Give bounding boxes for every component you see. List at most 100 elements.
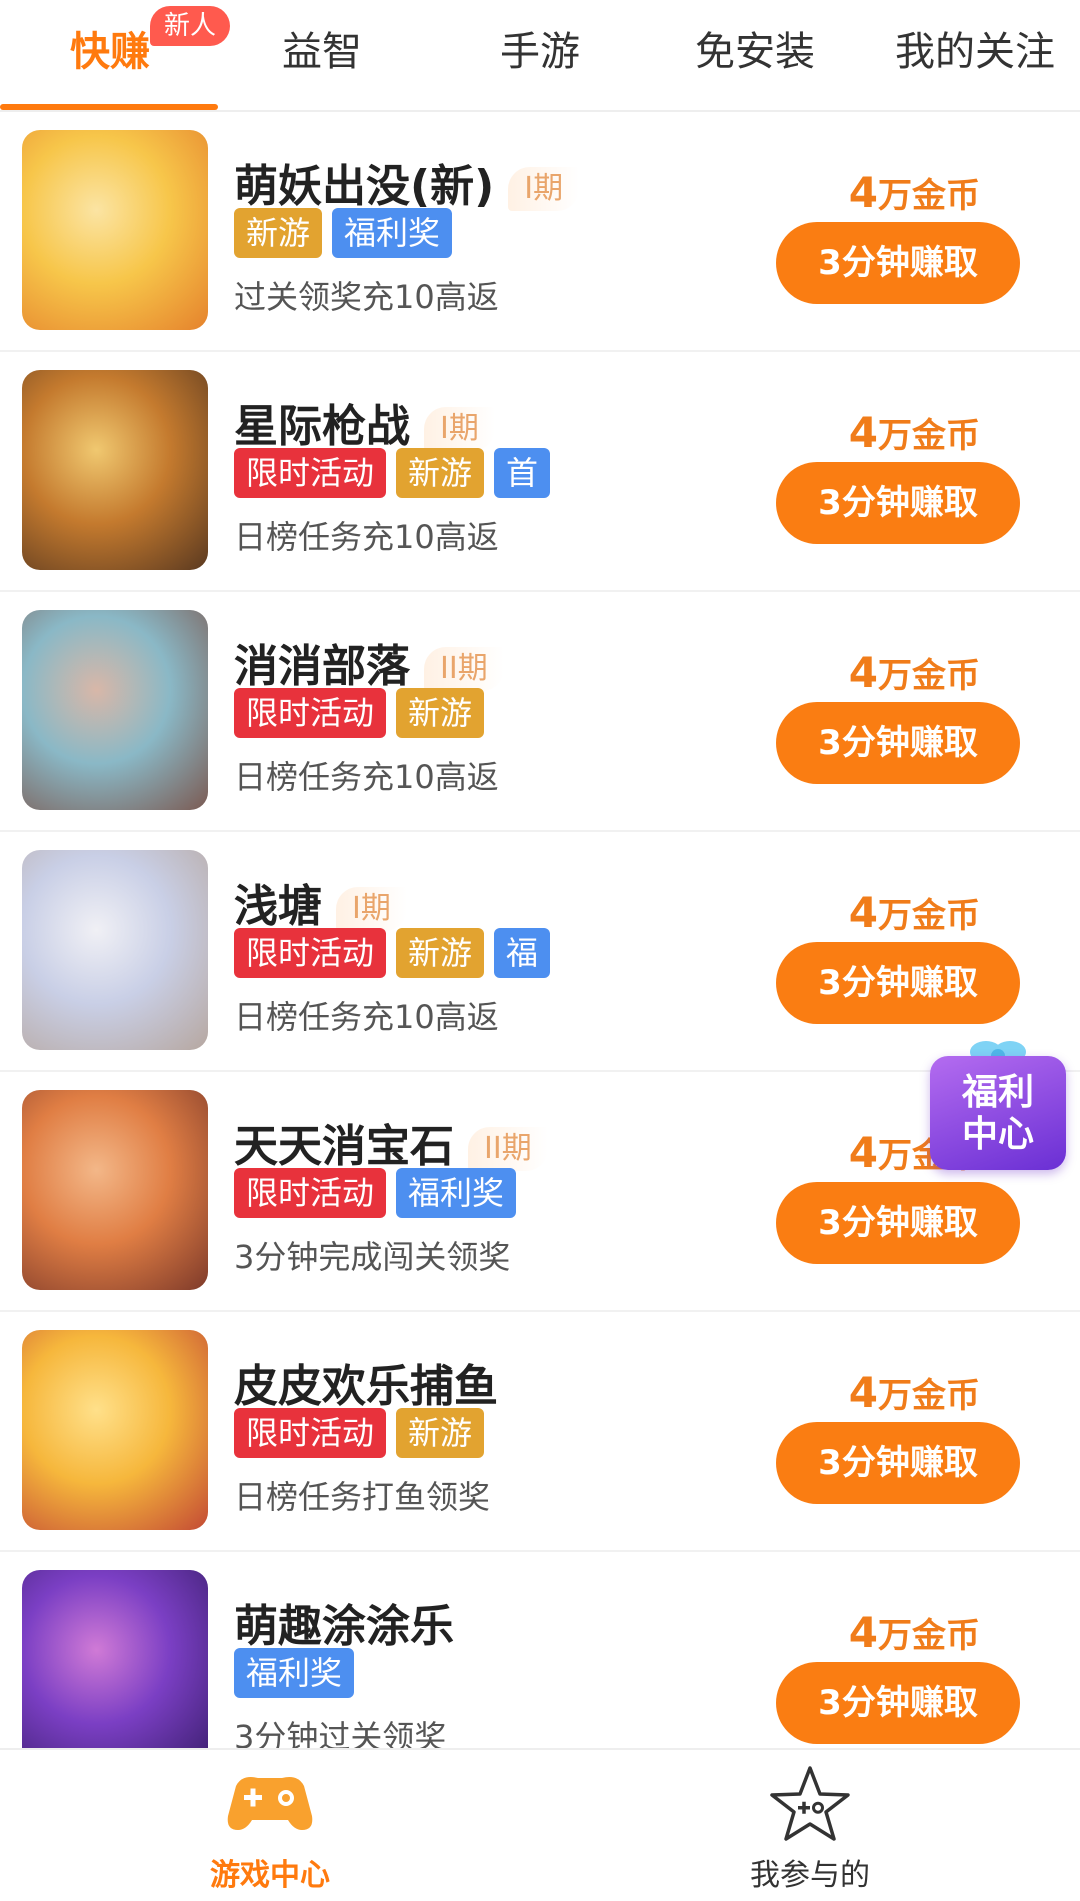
earn-button[interactable]: 3分钟赚取	[776, 942, 1020, 1024]
reward-number: 4	[848, 1368, 878, 1417]
tag-welfare: 首	[494, 448, 551, 498]
game-title: 萌妖出没(新) I期	[234, 150, 580, 214]
game-title-text: 萌趣涂涂乐	[234, 1601, 454, 1652]
active-tab-indicator	[0, 104, 218, 110]
game-title-text: 萌妖出没(新)	[234, 161, 495, 212]
reward-number: 4	[848, 888, 878, 937]
game-title-text: 消消部落	[234, 641, 410, 692]
game-row[interactable]: 浅塘 I期 限时活动 新游福日榜任务充10高返 4万金币 3分钟赚取	[0, 832, 1080, 1072]
reward-amount: 4万金币	[849, 168, 980, 217]
game-row[interactable]: 天天消宝石 II期 限时活动 福利奖 3分钟完成闯关领奖 4万金币 3分钟赚取	[0, 1072, 1080, 1312]
game-thumbnail[interactable]	[22, 610, 208, 810]
reward-amount: 4万金币	[849, 408, 980, 457]
tag-new: 新游	[396, 688, 485, 738]
game-title: 消消部落 II期	[234, 630, 504, 694]
game-thumbnail[interactable]	[22, 850, 208, 1050]
game-row[interactable]: 消消部落 II期 限时活动 新游日榜任务充10高返 4万金币 3分钟赚取	[0, 592, 1080, 832]
earn-button[interactable]: 3分钟赚取	[776, 1182, 1020, 1264]
tag-limited: 限时活动	[234, 1408, 387, 1458]
tag-welfare: 福	[494, 928, 551, 978]
reward-number: 4	[848, 408, 878, 457]
tag-limited: 限时活动	[234, 928, 387, 978]
period-badge: II期	[424, 647, 504, 691]
reward-amount: 4万金币	[849, 648, 980, 697]
tag-limited: 限时活动	[234, 448, 387, 498]
reward-unit: 万金币	[878, 176, 980, 216]
game-title-text: 星际枪战	[234, 401, 410, 452]
period-badge: I期	[336, 887, 407, 931]
game-thumbnail[interactable]	[22, 130, 208, 330]
earn-button[interactable]: 3分钟赚取	[776, 1662, 1020, 1744]
tab-mobile-games[interactable]: 手游	[460, 22, 620, 82]
new-user-badge: 新人	[150, 6, 231, 46]
tag-limited: 限时活动	[234, 688, 387, 738]
game-thumbnail[interactable]	[22, 1570, 208, 1770]
reward-amount: 4万金币	[849, 1368, 980, 1417]
tag-list: 限时活动 新游福	[234, 928, 560, 978]
tag-new: 新游	[396, 928, 485, 978]
tag-welfare: 福利奖	[396, 1168, 517, 1218]
reward-unit: 万金币	[878, 1376, 980, 1416]
tag-welfare: 福利奖	[234, 1648, 355, 1698]
game-thumbnail[interactable]	[22, 370, 208, 570]
tag-new: 新游	[396, 448, 485, 498]
game-description: 日榜任务充10高返	[234, 758, 499, 796]
game-title: 星际枪战 I期	[234, 390, 495, 454]
reward-number: 4	[848, 648, 878, 697]
welfare-center-label: 福利 中心	[961, 1072, 1034, 1155]
earn-button[interactable]: 3分钟赚取	[776, 222, 1020, 304]
game-thumbnail[interactable]	[22, 1090, 208, 1290]
tag-new: 新游	[234, 208, 323, 258]
tab-no-install[interactable]: 免安装	[670, 22, 840, 82]
game-row[interactable]: 萌妖出没(新) I期 新游 福利奖过关领奖充10高返 4万金币 3分钟赚取	[0, 112, 1080, 352]
tab-my-follows[interactable]: 我的关注	[880, 22, 1070, 82]
game-title: 天天消宝石 II期	[234, 1110, 548, 1174]
reward-unit: 万金币	[878, 656, 980, 696]
earn-button[interactable]: 3分钟赚取	[776, 702, 1020, 784]
reward-unit: 万金币	[878, 1616, 980, 1656]
welfare-center-button[interactable]: 福利 中心	[930, 1036, 1066, 1170]
tag-list: 限时活动 新游首	[234, 448, 560, 498]
star-icon	[770, 1766, 850, 1841]
game-description: 日榜任务充10高返	[234, 518, 499, 556]
game-description: 日榜任务打鱼领奖	[234, 1478, 491, 1516]
game-description: 3分钟完成闯关领奖	[234, 1238, 511, 1276]
game-row[interactable]: 皮皮欢乐捕鱼 限时活动 新游日榜任务打鱼领奖 4万金币 3分钟赚取	[0, 1312, 1080, 1552]
game-title-text: 皮皮欢乐捕鱼	[234, 1361, 498, 1412]
earn-button[interactable]: 3分钟赚取	[776, 1422, 1020, 1504]
reward-amount: 4万金币	[849, 888, 980, 937]
nav-my-participation[interactable]: 我参与的	[700, 1764, 920, 1894]
bottom-nav: 游戏中心 我参与的	[0, 1748, 1080, 1901]
game-title-text: 浅塘	[234, 881, 322, 932]
reward-unit: 万金币	[878, 896, 980, 936]
earn-button[interactable]: 3分钟赚取	[776, 462, 1020, 544]
reward-number: 4	[848, 168, 878, 217]
game-title: 皮皮欢乐捕鱼	[234, 1350, 498, 1414]
period-badge: I期	[424, 407, 495, 451]
game-description: 过关领奖充10高返	[234, 278, 499, 316]
tag-welfare: 福利奖	[332, 208, 453, 258]
tag-new: 新游	[396, 1408, 485, 1458]
game-title: 萌趣涂涂乐	[234, 1590, 454, 1654]
tab-puzzle[interactable]: 益智	[242, 22, 402, 82]
game-row[interactable]: 星际枪战 I期 限时活动 新游首日榜任务充10高返 4万金币 3分钟赚取	[0, 352, 1080, 592]
reward-number: 4	[848, 1128, 878, 1177]
reward-amount: 4万金币	[849, 1608, 980, 1657]
tag-list: 限时活动 新游	[234, 1408, 494, 1458]
nav-label-my-participation: 我参与的	[750, 1858, 870, 1893]
gamepad-icon	[227, 1777, 313, 1830]
tag-list: 限时活动 新游	[234, 688, 494, 738]
nav-label-game-center: 游戏中心	[210, 1858, 330, 1893]
nav-game-center[interactable]: 游戏中心	[160, 1764, 380, 1894]
game-title-text: 天天消宝石	[234, 1121, 454, 1172]
top-tab-bar: 快赚 新人 益智 手游 免安装 我的关注	[0, 0, 1080, 112]
tag-list: 新游 福利奖	[234, 208, 462, 258]
tag-list: 限时活动 福利奖	[234, 1168, 526, 1218]
tag-limited: 限时活动	[234, 1168, 387, 1218]
tag-list: 福利奖	[234, 1648, 364, 1698]
reward-unit: 万金币	[878, 416, 980, 456]
game-description: 日榜任务充10高返	[234, 998, 499, 1036]
period-badge: II期	[468, 1127, 548, 1171]
reward-number: 4	[848, 1608, 878, 1657]
game-thumbnail[interactable]	[22, 1330, 208, 1530]
